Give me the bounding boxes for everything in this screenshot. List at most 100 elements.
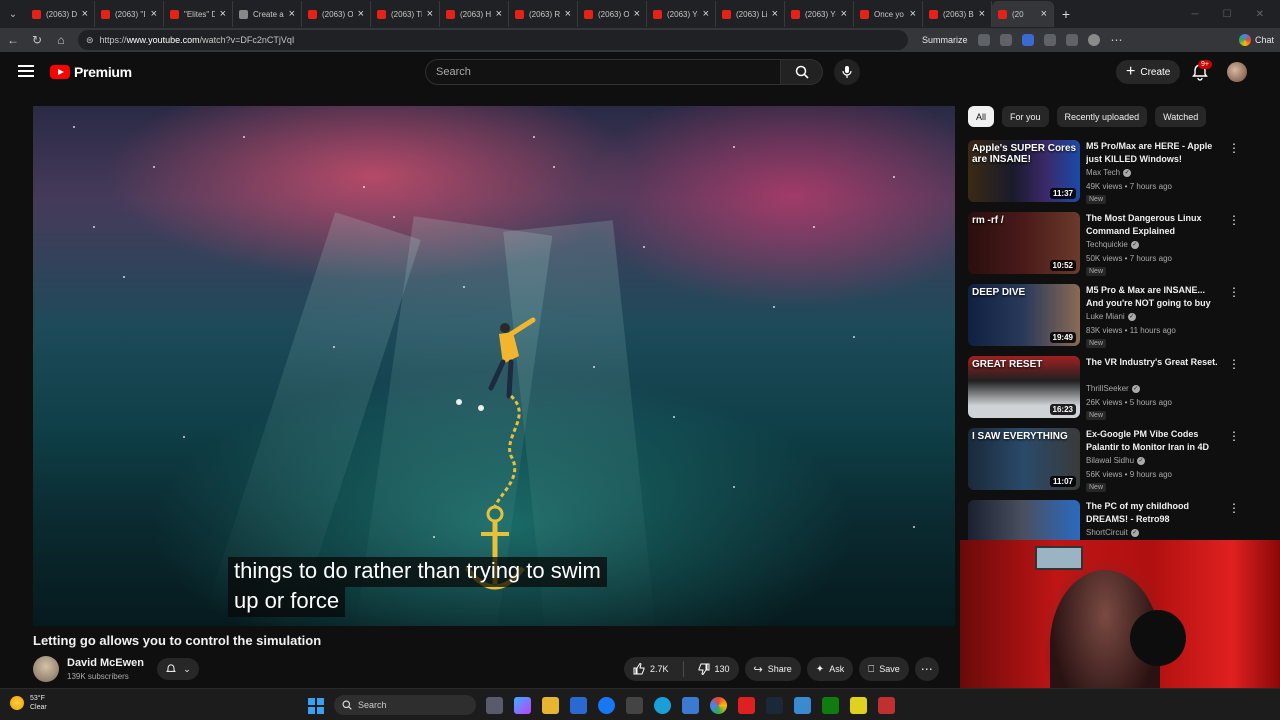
video-thumbnail[interactable]: DEEP DIVE 19:49: [968, 284, 1080, 346]
recommended-channel[interactable]: Luke Miani ✓: [1086, 312, 1136, 321]
recommended-video-title[interactable]: M5 Pro & Max are INSANE... And you're NO…: [1086, 284, 1220, 310]
close-tab-icon[interactable]: ×: [289, 8, 295, 20]
reload-icon[interactable]: ↻: [30, 33, 44, 47]
address-bar[interactable]: ⊜ https://www.youtube.com/watch?v=DFc2nC…: [78, 30, 908, 50]
guide-menu-icon[interactable]: [18, 65, 34, 77]
extensions-puzzle-icon[interactable]: [1043, 34, 1056, 46]
search-button[interactable]: [781, 59, 823, 85]
close-tab-icon[interactable]: ×: [841, 8, 847, 20]
browser-tab[interactable]: (2063) Li ×: [716, 1, 785, 27]
browser-tab[interactable]: (2063) Yc ×: [785, 1, 854, 27]
browser-tab[interactable]: (2063) R ×: [509, 1, 578, 27]
site-info-icon[interactable]: ⊜: [86, 35, 94, 46]
edge-icon[interactable]: [654, 697, 671, 714]
recommended-video[interactable]: Apple's SUPER Cores are INSANE! 11:37 M5 P…: [968, 140, 1258, 204]
filter-chip[interactable]: All: [968, 106, 995, 127]
more-vertical-icon[interactable]: ⋮: [1228, 430, 1240, 442]
browser-tab[interactable]: Once yo ×: [854, 1, 923, 27]
extension-icon[interactable]: [1021, 34, 1034, 46]
browser-tab[interactable]: "Elites" D ×: [164, 1, 233, 27]
close-tab-icon[interactable]: ×: [979, 8, 985, 20]
recommended-video-title[interactable]: The VR Industry's Great Reset.: [1086, 356, 1220, 369]
recommended-channel[interactable]: ThrillSeeker ✓: [1086, 384, 1140, 393]
browser-menu-icon[interactable]: ⋯: [1110, 33, 1124, 47]
steam-icon[interactable]: [766, 697, 783, 714]
close-tab-icon[interactable]: ×: [565, 8, 571, 20]
minimize-icon[interactable]: ─: [1192, 9, 1199, 20]
channel-avatar[interactable]: [33, 656, 59, 682]
shield-icon[interactable]: [1065, 34, 1078, 46]
youtube-app-icon[interactable]: [738, 697, 755, 714]
recommended-channel[interactable]: Bilawal Sidhu ✓: [1086, 456, 1146, 465]
close-window-icon[interactable]: ✕: [1256, 9, 1264, 20]
more-vertical-icon[interactable]: ⋮: [1228, 214, 1240, 226]
xbox-icon[interactable]: [822, 697, 839, 714]
notes-icon[interactable]: [850, 697, 867, 714]
recommended-video-title[interactable]: M5 Pro/Max are HERE - Apple just KILLED …: [1086, 140, 1220, 166]
maximize-icon[interactable]: ☐: [1223, 9, 1232, 20]
create-button[interactable]: + Create: [1116, 60, 1181, 84]
store-icon[interactable]: [570, 697, 587, 714]
video-player[interactable]: things to do rather than trying to swim …: [33, 106, 955, 626]
close-tab-icon[interactable]: ×: [634, 8, 640, 20]
close-tab-icon[interactable]: ×: [220, 8, 226, 20]
recommended-video[interactable]: DEEP DIVE 19:49 M5 Pro & Max are INSANE...…: [968, 284, 1258, 348]
filter-chip[interactable]: Watched: [1155, 106, 1207, 127]
facebook-icon[interactable]: [598, 697, 615, 714]
browser-tab[interactable]: (20 ×: [992, 1, 1054, 27]
calculator-icon[interactable]: [682, 697, 699, 714]
dislike-button[interactable]: 130: [689, 657, 739, 681]
back-icon[interactable]: ←: [6, 33, 20, 47]
more-vertical-icon[interactable]: ⋮: [1228, 142, 1240, 154]
close-tab-icon[interactable]: ×: [772, 8, 778, 20]
more-vertical-icon[interactable]: ⋮: [1228, 502, 1240, 514]
browser-tab[interactable]: Create a ×: [233, 1, 302, 27]
close-tab-icon[interactable]: ×: [358, 8, 364, 20]
close-tab-icon[interactable]: ×: [910, 8, 916, 20]
chrome-icon[interactable]: [710, 697, 727, 714]
taskbar-search[interactable]: Search: [334, 695, 476, 715]
close-tab-icon[interactable]: ×: [427, 8, 433, 20]
close-tab-icon[interactable]: ×: [1041, 8, 1047, 20]
chat-extension-button[interactable]: Chat: [1238, 34, 1274, 46]
recommended-channel[interactable]: Max Tech ✓: [1086, 168, 1132, 177]
recommended-video-title[interactable]: The PC of my childhood DREAMS! - Retro98: [1086, 500, 1220, 526]
close-tab-icon[interactable]: ×: [703, 8, 709, 20]
more-vertical-icon[interactable]: ⋮: [1228, 286, 1240, 298]
video-thumbnail[interactable]: Apple's SUPER Cores are INSANE! 11:37: [968, 140, 1080, 202]
browser-tab[interactable]: (2063) H ×: [440, 1, 509, 27]
browser-tab[interactable]: (2063) "I ×: [95, 1, 164, 27]
search-input[interactable]: Search: [425, 59, 781, 85]
more-actions-button[interactable]: ⋯: [914, 657, 939, 681]
browser-tab[interactable]: (2063) O ×: [302, 1, 371, 27]
app-icon[interactable]: [794, 697, 811, 714]
browser-tab[interactable]: (2063) O ×: [578, 1, 647, 27]
browser-tab[interactable]: (2063) Yc ×: [647, 1, 716, 27]
video-thumbnail[interactable]: GREAT RESET 16:23: [968, 356, 1080, 418]
recommended-video[interactable]: I SAW EVERYTHING 11:07 Ex-Google PM Vibe C…: [968, 428, 1258, 492]
home-icon[interactable]: ⌂: [54, 33, 68, 47]
bookmark-star-icon[interactable]: [999, 34, 1012, 46]
video-thumbnail[interactable]: I SAW EVERYTHING 11:07: [968, 428, 1080, 490]
recommended-channel[interactable]: ShortCircuit ✓: [1086, 528, 1139, 537]
recommended-channel[interactable]: Techquickie ✓: [1086, 240, 1139, 249]
share-button[interactable]: ↪ Share: [744, 657, 801, 681]
filter-chip[interactable]: For you: [1002, 106, 1049, 127]
app-icon[interactable]: [878, 697, 895, 714]
profile-avatar[interactable]: [1087, 34, 1100, 46]
save-button[interactable]: ⎕ Save: [859, 657, 909, 681]
recommended-video-title[interactable]: The Most Dangerous Linux Command Explain…: [1086, 212, 1220, 238]
summarize-button[interactable]: Summarize: [922, 35, 968, 45]
recommended-video-title[interactable]: Ex-Google PM Vibe Codes Palantir to Moni…: [1086, 428, 1220, 454]
close-tab-icon[interactable]: ×: [82, 8, 88, 20]
recommended-video[interactable]: GREAT RESET 16:23 The VR Industry's Great …: [968, 356, 1258, 420]
new-tab-button[interactable]: +: [1054, 6, 1078, 22]
video-thumbnail[interactable]: rm -rf / 10:52: [968, 212, 1080, 274]
tab-search-menu-icon[interactable]: ⌄: [0, 0, 26, 28]
task-view-icon[interactable]: [486, 697, 503, 714]
extension-icon[interactable]: [977, 34, 990, 46]
channel-name[interactable]: David McEwen: [67, 657, 144, 669]
recommended-video[interactable]: rm -rf / 10:52 The Most Dangerous Linux Co…: [968, 212, 1258, 276]
voice-search-button[interactable]: [834, 59, 860, 85]
close-tab-icon[interactable]: ×: [151, 8, 157, 20]
